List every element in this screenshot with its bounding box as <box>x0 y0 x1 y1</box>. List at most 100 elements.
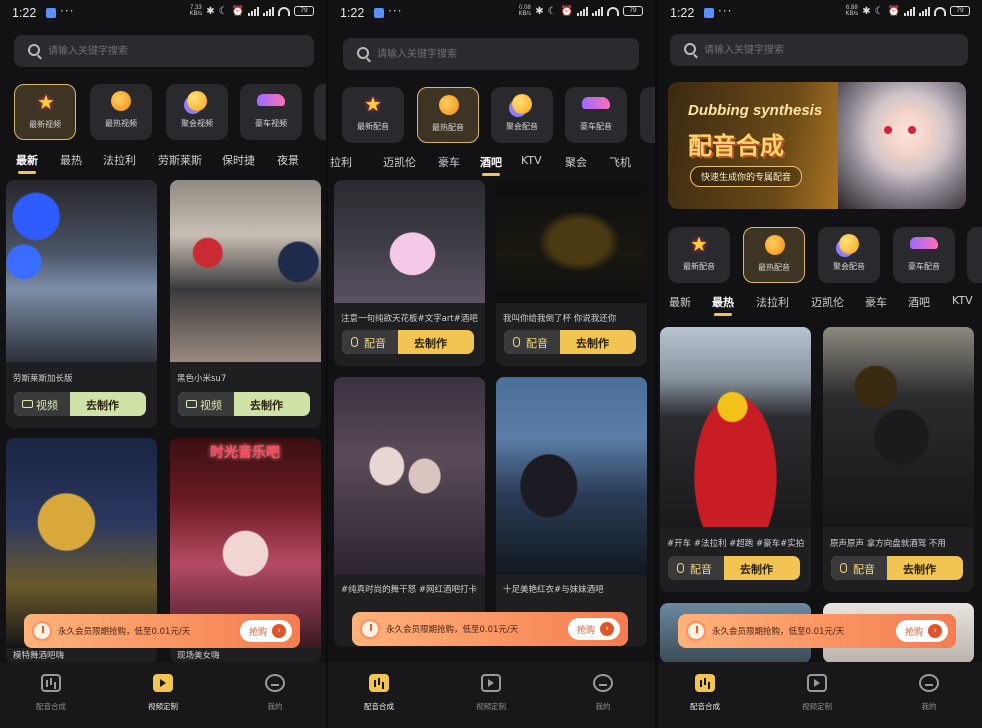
video-card-rolls-royce[interactable]: 劳斯莱斯加长版 视频 去制作 › <box>6 180 157 428</box>
tab-ktv[interactable]: KTV <box>952 294 973 307</box>
category-hottest[interactable]: 最热配音 <box>743 227 805 283</box>
tab-night-view[interactable]: 夜景 <box>277 152 299 168</box>
signal-icon-2 <box>919 6 930 16</box>
status-bar: 1:22 ··· 6.88 KB/s ✱ ☾ ⏰ 79 <box>658 0 982 26</box>
make-dubbing-button[interactable]: 配音 去制作 › <box>342 330 474 354</box>
category-party[interactable]: 聚会配音 <box>491 87 553 143</box>
nav-profile[interactable]: 我的 <box>230 674 320 712</box>
search-bar[interactable] <box>343 38 639 70</box>
filter-tabs: 最新 最热 法拉利 迈凯伦 豪车 酒吧 KTV <box>658 294 982 316</box>
video-play-icon <box>481 674 501 692</box>
category-latest[interactable]: ★ 最新配音 <box>668 227 730 283</box>
nav-dubbing[interactable]: 配音合成 <box>334 674 424 712</box>
category-car[interactable]: 豪车配音 <box>565 87 627 143</box>
nav-dubbing[interactable]: 配音合成 <box>660 674 750 712</box>
video-thumbnail[interactable] <box>6 180 157 362</box>
card-title: 劳斯莱斯加长版 <box>13 374 73 384</box>
tab-luxury-car[interactable]: 豪车 <box>438 154 460 170</box>
nav-profile[interactable]: 我的 <box>558 674 648 712</box>
microphone-icon <box>677 563 684 573</box>
category-party[interactable]: 聚会视频 <box>166 84 228 140</box>
tab-rolls-royce[interactable]: 劳斯莱斯 <box>158 152 202 168</box>
tab-ktv[interactable]: KTV <box>521 154 542 167</box>
vip-promo-banner[interactable]: 永久会员限期抢购，低至0.01元/天 抢购 › <box>352 612 628 646</box>
tab-ferrari[interactable]: 法拉利 <box>756 294 789 310</box>
dubbing-card-dress[interactable]: 注意一句纯欲天花板#文字art#酒吧 配音 去制作 › <box>334 180 485 366</box>
alarm-icon: ⏰ <box>887 5 900 17</box>
make-video-button[interactable]: 视频 去制作 › <box>14 392 146 416</box>
tab-mclaren[interactable]: 迈凯伦 <box>383 154 416 170</box>
category-row: ★ 最新配音 最热配音 聚会配音 豪车配音 <box>328 87 655 149</box>
signal-icon <box>577 6 588 16</box>
category-label: 豪车视频 <box>255 119 287 128</box>
nav-video-custom[interactable]: 视频定制 <box>446 674 536 712</box>
dubbing-card-ferrari-1[interactable]: #开车 #法拉利 #超跑 #豪车#实拍 配音 去制作 › <box>660 327 811 592</box>
tab-hottest[interactable]: 最热 <box>712 294 734 316</box>
bottom-nav: 配音合成 视频定制 我的 <box>658 662 982 728</box>
tab-latest[interactable]: 最新 <box>16 152 38 174</box>
microphone-icon <box>840 563 847 573</box>
category-hottest[interactable]: 最热配音 <box>417 87 479 143</box>
category-car[interactable]: 豪车配音 <box>893 227 955 283</box>
tab-latest[interactable]: 最新 <box>669 294 691 310</box>
dubbing-hero-banner[interactable]: Dubbing synthesis 配音合成 快速生成你的专属配音 <box>668 82 966 209</box>
network-speed: 0.08 KB/s <box>518 5 532 17</box>
category-more[interactable] <box>314 84 326 140</box>
nav-profile[interactable]: 我的 <box>884 674 974 712</box>
category-label: 豪车配音 <box>580 122 612 131</box>
search-input[interactable] <box>377 43 617 65</box>
category-more[interactable] <box>640 87 655 143</box>
make-video-button[interactable]: 视频 去制作 › <box>178 392 310 416</box>
status-time: 1:22 <box>340 6 365 20</box>
video-thumbnail[interactable] <box>170 180 321 362</box>
search-input[interactable] <box>704 39 944 61</box>
tab-mclaren[interactable]: 迈凯伦 <box>811 294 844 310</box>
make-dubbing-button[interactable]: 配音 去制作 › <box>668 556 800 580</box>
make-dubbing-button[interactable]: 配音 去制作 › <box>504 330 636 354</box>
dubbing-card-club[interactable]: 十足美艳红衣#与妹妹酒吧 <box>496 377 647 647</box>
make-dubbing-button[interactable]: 配音 去制作 › <box>831 556 963 580</box>
nav-label: 配音合成 <box>364 702 394 711</box>
search-bar[interactable] <box>14 35 314 67</box>
category-latest[interactable]: ★ 最新配音 <box>342 87 404 143</box>
video-thumbnail[interactable] <box>496 377 647 575</box>
nav-dubbing[interactable]: 配音合成 <box>6 674 96 712</box>
nav-video-custom[interactable]: 视频定制 <box>118 674 208 712</box>
buy-button[interactable]: 抢购 › <box>568 618 620 640</box>
video-thumbnail[interactable] <box>334 180 485 303</box>
video-card-su7[interactable]: 黑色小米su7 视频 去制作 › <box>170 180 321 428</box>
nav-video-custom[interactable]: 视频定制 <box>772 674 862 712</box>
chevron-right-icon: › <box>272 624 286 638</box>
promo-text: 永久会员限期抢购，低至0.01元/天 <box>58 627 191 637</box>
tab-party[interactable]: 聚会 <box>565 154 587 170</box>
category-car[interactable]: 豪车视频 <box>240 84 302 140</box>
category-hottest[interactable]: 最热视频 <box>90 84 152 140</box>
video-thumbnail[interactable] <box>496 180 647 303</box>
dubbing-card-dark[interactable]: 我叫你给我倒了杯 你说我还你 配音 去制作 › <box>496 180 647 366</box>
video-thumbnail[interactable] <box>660 327 811 527</box>
buy-button[interactable]: 抢购 › <box>240 620 292 642</box>
tab-porsche[interactable]: 保时捷 <box>222 152 255 168</box>
battery-icon: 79 <box>950 6 970 16</box>
tab-bar[interactable]: 酒吧 <box>908 294 930 310</box>
video-thumbnail[interactable] <box>334 377 485 575</box>
buy-button[interactable]: 抢购 › <box>896 620 948 642</box>
vip-promo-banner[interactable]: 永久会员限期抢购，低至0.01元/天 抢购 › <box>678 614 956 648</box>
dubbing-card-ferrari-2[interactable]: 原声原声 拿方向盘就酒驾 不用 配音 去制作 › <box>823 327 974 592</box>
category-more[interactable] <box>967 227 982 283</box>
tab-ferrari[interactable]: 法拉利 <box>103 152 136 168</box>
search-input[interactable] <box>48 40 288 62</box>
tab-ferrari[interactable]: 拉利 <box>330 154 352 170</box>
category-latest[interactable]: ★ 最新视频 <box>14 84 76 140</box>
tab-hottest[interactable]: 最热 <box>60 152 82 168</box>
vip-promo-banner[interactable]: 永久会员限期抢购，低至0.01元/天 抢购 › <box>24 614 300 648</box>
search-bar[interactable] <box>670 34 968 66</box>
tab-airplane[interactable]: 飞机 <box>609 154 631 170</box>
video-thumbnail[interactable] <box>823 327 974 527</box>
category-party[interactable]: 聚会配音 <box>818 227 880 283</box>
tag-label: 配音 <box>526 337 548 350</box>
filter-tabs: 拉利 迈凯伦 豪车 酒吧 KTV 聚会 飞机 <box>328 154 655 176</box>
tab-bar[interactable]: 酒吧 <box>480 154 502 176</box>
dubbing-card-dancers[interactable]: #纯真时尚的舞干怒 #网红酒吧打卡 <box>334 377 485 647</box>
tab-luxury-car[interactable]: 豪车 <box>865 294 887 310</box>
